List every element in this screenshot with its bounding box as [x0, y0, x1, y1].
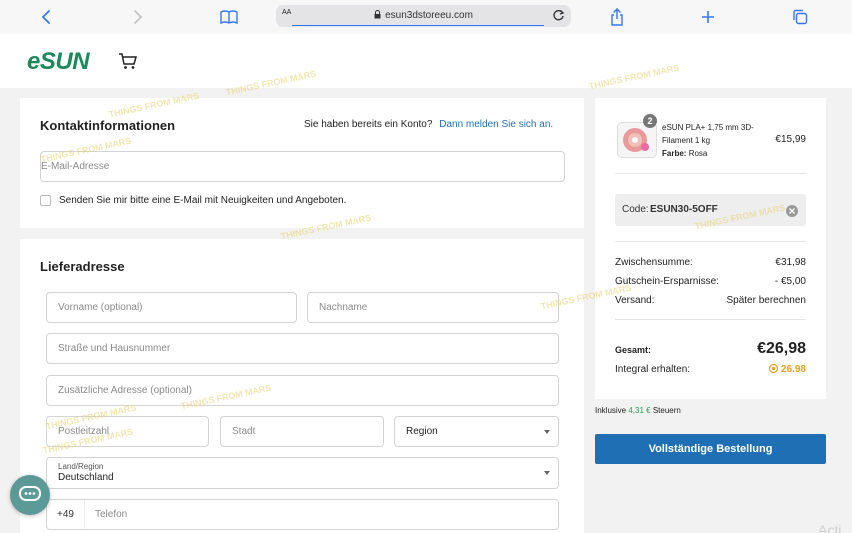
- region-select[interactable]: Region: [394, 416, 559, 447]
- total-label: Gesamt:: [615, 345, 652, 355]
- remove-coupon-icon[interactable]: [786, 204, 798, 222]
- subtotal-value: €31,98: [775, 257, 806, 268]
- city-placeholder: Stadt: [232, 426, 256, 437]
- address-bar[interactable]: AA esun3dstoreeu.com: [276, 5, 571, 27]
- total-value: €26,98: [757, 340, 806, 357]
- first-name-input[interactable]: Vorname (optional): [46, 292, 297, 323]
- discount-value: - €5,00: [774, 276, 806, 287]
- contact-title: Kontaktinformationen: [40, 118, 176, 133]
- email-placeholder: E-Mail-Adresse: [41, 161, 110, 172]
- tax-value: 4,31 €: [628, 406, 651, 415]
- tax-suffix: Steuern: [652, 406, 681, 415]
- product-price: €15,99: [775, 134, 806, 145]
- subtotal-label: Zwischensumme:: [615, 257, 693, 268]
- esun-logo[interactable]: eSUN: [27, 48, 90, 76]
- summary-divider: [615, 319, 806, 320]
- additional-address-input[interactable]: Zusätzliche Adresse (optional): [46, 375, 559, 406]
- tabs-overview-icon[interactable]: [789, 6, 811, 28]
- shipping-value: Später berechnen: [726, 295, 806, 306]
- chat-icon: [19, 486, 41, 501]
- shipping-title: Lieferadresse: [40, 259, 125, 274]
- filament-spool-icon: [623, 128, 649, 152]
- country-value: Deutschland: [58, 472, 114, 483]
- reload-icon[interactable]: [552, 9, 565, 27]
- country-select[interactable]: Land/Region Deutschland: [46, 457, 559, 489]
- product-color-label: Farbe:: [662, 149, 687, 158]
- city-input[interactable]: Stadt: [220, 416, 384, 447]
- street-input[interactable]: Straße und Hausnummer: [46, 333, 559, 364]
- back-icon[interactable]: [35, 6, 57, 28]
- points-value: 26.98: [780, 364, 806, 375]
- url-text: esun3dstoreeu.com: [385, 10, 473, 21]
- email-input[interactable]: E-Mail-Adresse: [40, 151, 565, 182]
- summary-divider: [615, 173, 806, 174]
- quantity-badge: 2: [643, 114, 657, 128]
- additional-address-placeholder: Zusätzliche Adresse (optional): [58, 385, 192, 396]
- chevron-down-icon: [544, 471, 550, 475]
- new-tab-icon[interactable]: [697, 6, 719, 28]
- last-name-placeholder: Nachname: [319, 302, 368, 313]
- newsletter-label: Senden Sie mir bitte eine E-Mail mit Neu…: [59, 195, 347, 206]
- forward-icon[interactable]: [127, 6, 149, 28]
- loading-progress: [292, 25, 544, 26]
- phone-input[interactable]: +49 Telefon: [46, 499, 559, 530]
- street-placeholder: Straße und Hausnummer: [58, 343, 171, 354]
- summary-divider: [615, 241, 806, 242]
- site-header: eSUN: [0, 34, 852, 88]
- login-link[interactable]: Dann melden Sie sich an.: [439, 119, 553, 130]
- coupon-label: Code:: [622, 204, 649, 215]
- faded-corner-text: Acti: [818, 522, 842, 533]
- cart-icon[interactable]: [118, 52, 138, 75]
- chat-button[interactable]: [10, 475, 50, 515]
- points-label: Integral erhalten:: [615, 364, 691, 375]
- account-prompt: Sie haben bereits ein Konto?: [304, 119, 433, 130]
- chevron-down-icon: [544, 429, 550, 434]
- newsletter-checkbox[interactable]: [40, 195, 51, 206]
- last-name-input[interactable]: Nachname: [307, 292, 559, 323]
- share-icon[interactable]: [606, 6, 628, 28]
- product-name-line1: eSUN PLA+ 1,75 mm 3D-: [662, 123, 754, 132]
- product-color-value: Rosa: [688, 149, 708, 158]
- coupon-code: ESUN30-5OFF: [650, 204, 718, 215]
- shipping-label: Versand:: [615, 295, 655, 306]
- browser-toolbar: AA esun3dstoreeu.com: [0, 0, 852, 34]
- phone-placeholder: Telefon: [95, 509, 128, 520]
- lock-icon: [374, 10, 381, 22]
- bookmarks-icon[interactable]: [218, 6, 240, 28]
- complete-order-button[interactable]: Vollständige Bestellung: [595, 434, 826, 464]
- first-name-placeholder: Vorname (optional): [58, 302, 143, 313]
- points-coin-icon: [769, 363, 781, 375]
- country-label: Land/Region: [58, 462, 104, 471]
- tax-prefix: Inklusive: [595, 406, 627, 415]
- phone-prefix[interactable]: +49: [47, 500, 85, 529]
- region-value: Region: [406, 426, 438, 437]
